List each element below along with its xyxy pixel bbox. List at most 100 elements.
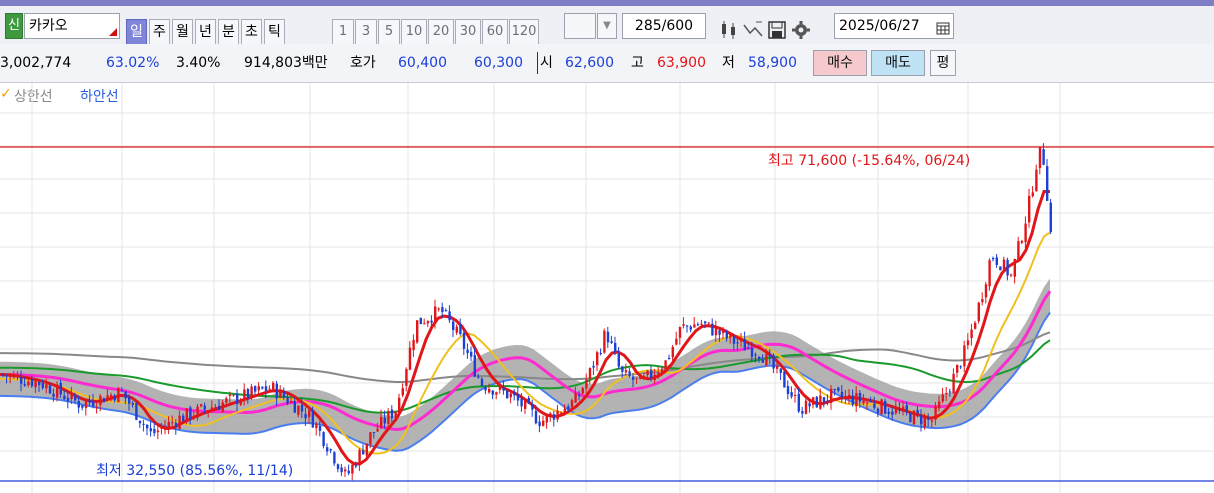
period-tab-4[interactable]: 분 <box>218 19 239 45</box>
minute-tab-4[interactable]: 20 <box>428 19 454 45</box>
minute-tab-3[interactable]: 10 <box>401 19 427 45</box>
candle-body-137 <box>495 392 498 395</box>
candle-body-273 <box>984 284 988 298</box>
buy-button[interactable]: 매수 <box>813 50 867 76</box>
candle-body-139 <box>502 387 505 391</box>
candle-body-111 <box>401 388 404 396</box>
candle-config-icon[interactable] <box>718 19 740 43</box>
eval-button[interactable]: 평 <box>930 50 956 76</box>
minute-tab-5[interactable]: 30 <box>455 19 481 45</box>
candle-body-194 <box>700 323 703 325</box>
candle-body-213 <box>768 354 772 358</box>
candle-body-236 <box>851 395 854 405</box>
period-tab-3[interactable]: 년 <box>195 19 216 45</box>
candle-body-169 <box>610 341 613 343</box>
candle-body-115 <box>416 320 419 343</box>
candle-body-282 <box>1017 241 1020 261</box>
candle-body-1 <box>5 375 8 377</box>
candle-body-120 <box>434 306 437 324</box>
minute-tab-1[interactable]: 3 <box>355 19 377 45</box>
candle-body-224 <box>808 403 811 407</box>
period-tab-1[interactable]: 주 <box>149 19 170 45</box>
save-icon[interactable] <box>766 19 788 43</box>
dropdown-icon[interactable]: ▼ <box>597 13 617 39</box>
candle-body-152 <box>549 413 552 418</box>
candle-body-36 <box>131 403 134 405</box>
candle-body-117 <box>423 323 426 325</box>
minute-tab-6[interactable]: 60 <box>482 19 508 45</box>
candle-body-217 <box>783 371 786 388</box>
trend-line-icon[interactable] <box>742 19 764 43</box>
candle-body-147 <box>531 404 534 410</box>
candle-body-22 <box>81 405 84 408</box>
candle-body-158 <box>570 400 574 408</box>
candle-body-90 <box>326 447 329 452</box>
period-tab-2[interactable]: 월 <box>172 19 193 45</box>
candle-body-215 <box>776 366 779 369</box>
candle-body-3 <box>12 374 16 378</box>
candle-body-37 <box>135 402 138 420</box>
candle-body-179 <box>646 370 649 375</box>
candle-body-54 <box>196 406 199 418</box>
candle-body-103 <box>372 432 376 434</box>
candle-body-220 <box>794 394 797 396</box>
candle-body-132 <box>477 376 480 378</box>
candle-body-188 <box>678 326 682 338</box>
candle-body-209 <box>754 354 757 356</box>
minute-tab-7[interactable]: 120 <box>509 19 539 45</box>
candle-body-35 <box>128 397 131 404</box>
candle-body-211 <box>761 359 764 363</box>
candle-body-171 <box>617 353 620 367</box>
candle-body-67 <box>243 389 246 400</box>
candle-body-19 <box>70 392 73 400</box>
stock-name-field[interactable]: 카카오 <box>24 13 120 39</box>
candle-body-10 <box>38 381 41 385</box>
candle-body-118 <box>426 320 430 324</box>
date-field[interactable]: 2025/06/27 <box>834 13 954 39</box>
candle-body-229 <box>826 400 829 402</box>
sell-button[interactable]: 매도 <box>871 50 925 76</box>
candle-body-232 <box>837 387 840 391</box>
minute-tab-0[interactable]: 1 <box>332 19 354 45</box>
price-chart[interactable]: 최고 71,600 (-15.64%, 06/24) 최저 32,550 (85… <box>0 83 1214 493</box>
period-tab-6[interactable]: 틱 <box>264 19 285 45</box>
period-tab-0[interactable]: 일 <box>126 19 147 45</box>
candle-body-116 <box>419 317 422 324</box>
bar-count-field[interactable]: 285/600 <box>622 13 706 39</box>
candle-body-14 <box>52 393 55 397</box>
ma5-line <box>0 190 1050 466</box>
candle-body-123 <box>444 310 448 312</box>
candle-body-251 <box>905 405 908 412</box>
candle-body-148 <box>534 411 538 424</box>
candle-body-11 <box>41 382 44 388</box>
candle-body-144 <box>520 398 523 407</box>
candle-body-248 <box>894 408 898 414</box>
candle-body-252 <box>909 413 912 423</box>
period-tab-5[interactable]: 초 <box>241 19 262 45</box>
candle-body-25 <box>92 400 95 407</box>
candle-body-290 <box>1046 166 1049 201</box>
candle-body-227 <box>819 395 822 409</box>
calendar-icon[interactable] <box>936 19 950 43</box>
minute-tab-2[interactable]: 5 <box>378 19 400 45</box>
candle-body-51 <box>185 408 188 422</box>
candle-body-18 <box>66 397 70 401</box>
candle-body-135 <box>488 388 491 393</box>
candle-body-110 <box>398 397 401 414</box>
candle-body-131 <box>473 355 476 377</box>
candle-body-112 <box>405 369 408 386</box>
candle-body-129 <box>466 349 469 354</box>
candle-body-249 <box>898 409 901 411</box>
candle-body-79 <box>286 397 289 404</box>
new-badge[interactable]: 신 <box>5 13 23 39</box>
candle-body-60 <box>218 405 221 411</box>
candle-body-170 <box>614 342 617 352</box>
low-label: 저 <box>722 55 735 71</box>
candle-body-8 <box>30 379 34 387</box>
candle-body-140 <box>506 390 509 399</box>
candle-body-163 <box>588 368 592 379</box>
candle-body-49 <box>178 415 181 429</box>
settings-gear-icon[interactable] <box>790 19 812 43</box>
blank-input[interactable] <box>564 13 596 39</box>
candle-body-53 <box>192 415 196 417</box>
